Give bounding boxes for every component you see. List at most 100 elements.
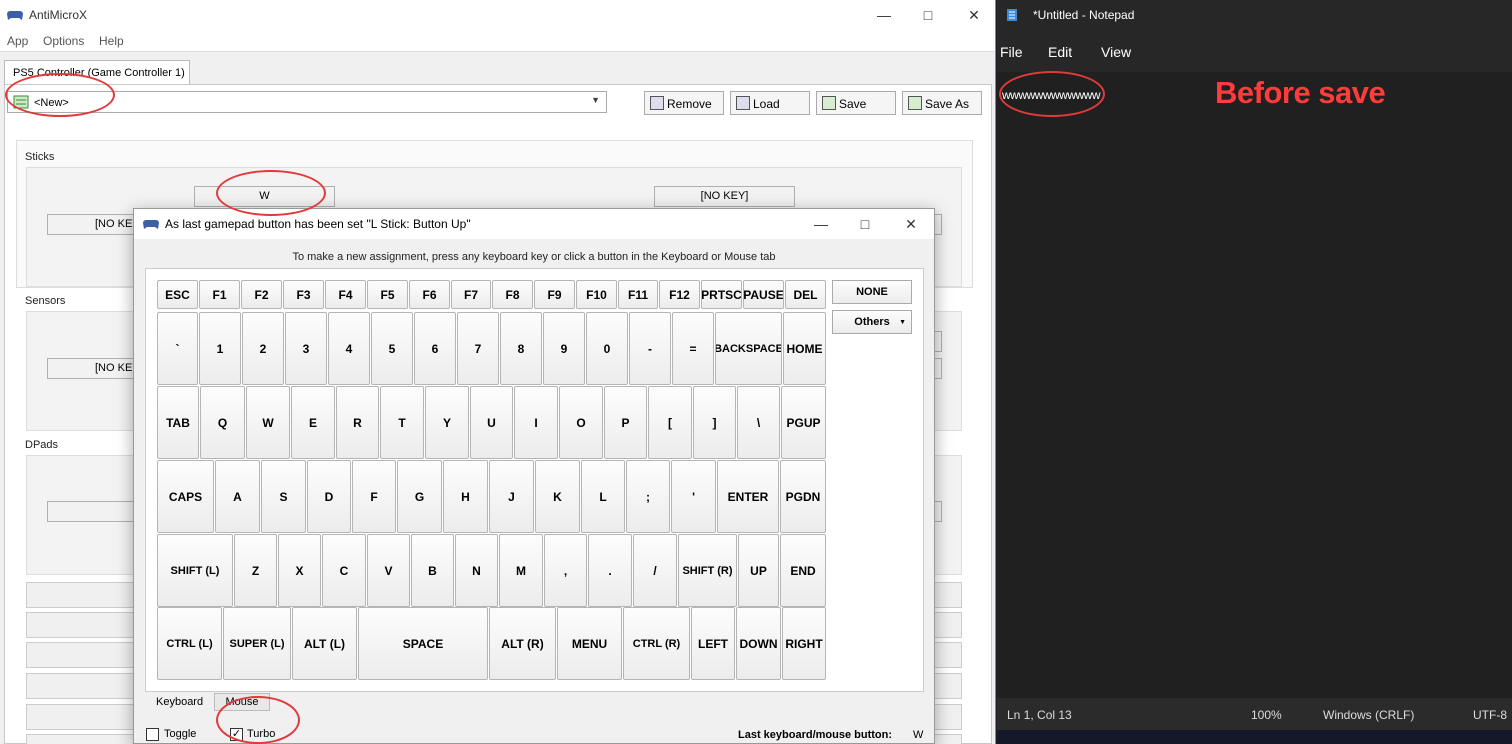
key-o[interactable]: O — [559, 386, 603, 459]
key-b[interactable]: B — [411, 534, 454, 607]
menu-app[interactable]: App — [7, 34, 28, 48]
key-e[interactable]: E — [291, 386, 335, 459]
menu-edit[interactable]: Edit — [1048, 44, 1072, 60]
key-8[interactable]: 8 — [500, 312, 542, 385]
key-s[interactable]: S — [261, 460, 306, 533]
menu-options[interactable]: Options — [43, 34, 84, 48]
key-f4[interactable]: F4 — [325, 280, 366, 309]
key-h[interactable]: H — [443, 460, 488, 533]
key-shift-l[interactable]: SHIFT (L) — [157, 534, 233, 607]
key-d[interactable]: D — [307, 460, 351, 533]
toggle-checkbox[interactable] — [146, 728, 159, 741]
key-c[interactable]: C — [322, 534, 366, 607]
key-symbol[interactable]: ' — [671, 460, 716, 533]
key-menu[interactable]: MENU — [557, 607, 622, 680]
key-v[interactable]: V — [367, 534, 410, 607]
menu-file[interactable]: File — [1000, 44, 1023, 60]
key-p[interactable]: P — [604, 386, 647, 459]
key-0[interactable]: 0 — [586, 312, 628, 385]
key-g[interactable]: G — [397, 460, 442, 533]
key-symbol[interactable]: / — [633, 534, 677, 607]
key-right[interactable]: RIGHT — [782, 607, 826, 680]
others-button[interactable]: Others ▼ — [832, 310, 912, 334]
key-r[interactable]: R — [336, 386, 379, 459]
text-editor[interactable]: wwwwwwwwwwww — [997, 72, 1512, 698]
key-prtsc[interactable]: PRTSC — [701, 280, 742, 309]
key-backspace[interactable]: BACKSPACE — [715, 312, 782, 385]
key-pause[interactable]: PAUSE — [743, 280, 784, 309]
key-f9[interactable]: F9 — [534, 280, 575, 309]
close-button[interactable]: ✕ — [951, 0, 995, 30]
tab-keyboard[interactable]: Keyboard — [156, 696, 203, 708]
key-symbol[interactable]: ; — [626, 460, 670, 533]
key-f2[interactable]: F2 — [241, 280, 282, 309]
key-caps[interactable]: CAPS — [157, 460, 214, 533]
key-9[interactable]: 9 — [543, 312, 585, 385]
key-m[interactable]: M — [499, 534, 543, 607]
key-5[interactable]: 5 — [371, 312, 413, 385]
key-pgdn[interactable]: PGDN — [780, 460, 826, 533]
key-f5[interactable]: F5 — [367, 280, 408, 309]
dialog-close-button[interactable]: ✕ — [888, 209, 934, 239]
key-3[interactable]: 3 — [285, 312, 327, 385]
key-1[interactable]: 1 — [199, 312, 241, 385]
key-esc[interactable]: ESC — [157, 280, 198, 309]
key-symbol[interactable]: , — [544, 534, 587, 607]
key-l[interactable]: L — [581, 460, 625, 533]
key-f3[interactable]: F3 — [283, 280, 324, 309]
key-7[interactable]: 7 — [457, 312, 499, 385]
key-u[interactable]: U — [470, 386, 513, 459]
key-tab[interactable]: TAB — [157, 386, 199, 459]
key-down[interactable]: DOWN — [736, 607, 781, 680]
key-up[interactable]: UP — [738, 534, 779, 607]
key-symbol[interactable]: [ — [648, 386, 692, 459]
key-enter[interactable]: ENTER — [717, 460, 779, 533]
save-button[interactable]: Save — [816, 91, 896, 115]
key-end[interactable]: END — [780, 534, 826, 607]
key-j[interactable]: J — [489, 460, 534, 533]
key-f6[interactable]: F6 — [409, 280, 450, 309]
key-6[interactable]: 6 — [414, 312, 456, 385]
key-w[interactable]: W — [246, 386, 290, 459]
key-space[interactable]: SPACE — [358, 607, 488, 680]
key-f10[interactable]: F10 — [576, 280, 617, 309]
key-symbol[interactable]: . — [588, 534, 632, 607]
key-x[interactable]: X — [278, 534, 321, 607]
load-button[interactable]: Load — [730, 91, 810, 115]
key-home[interactable]: HOME — [783, 312, 826, 385]
key-n[interactable]: N — [455, 534, 498, 607]
save-as-button[interactable]: Save As — [902, 91, 982, 115]
maximize-button[interactable]: □ — [905, 0, 951, 30]
key-symbol[interactable]: ` — [157, 312, 198, 385]
key-ctrl-l[interactable]: CTRL (L) — [157, 607, 222, 680]
menu-view[interactable]: View — [1101, 44, 1131, 60]
key-f[interactable]: F — [352, 460, 396, 533]
dialog-minimize-button[interactable]: — — [798, 209, 844, 239]
key-super-l[interactable]: SUPER (L) — [223, 607, 291, 680]
key-f11[interactable]: F11 — [618, 280, 658, 309]
key-z[interactable]: Z — [234, 534, 277, 607]
key-left[interactable]: LEFT — [691, 607, 735, 680]
key-i[interactable]: I — [514, 386, 558, 459]
remove-button[interactable]: Remove — [644, 91, 724, 115]
key-2[interactable]: 2 — [242, 312, 284, 385]
key-q[interactable]: Q — [200, 386, 245, 459]
key-shift-r[interactable]: SHIFT (R) — [678, 534, 737, 607]
key-symbol[interactable]: \ — [737, 386, 780, 459]
key-f7[interactable]: F7 — [451, 280, 491, 309]
key-alt-r[interactable]: ALT (R) — [489, 607, 556, 680]
key-k[interactable]: K — [535, 460, 580, 533]
stick2-up-button[interactable]: [NO KEY] — [654, 186, 795, 207]
key-symbol[interactable]: ] — [693, 386, 736, 459]
key-t[interactable]: T — [380, 386, 424, 459]
key-f8[interactable]: F8 — [492, 280, 533, 309]
none-button[interactable]: NONE — [832, 280, 912, 304]
key-symbol[interactable]: - — [629, 312, 671, 385]
key-y[interactable]: Y — [425, 386, 469, 459]
key-f12[interactable]: F12 — [659, 280, 700, 309]
minimize-button[interactable]: — — [861, 0, 907, 30]
key-4[interactable]: 4 — [328, 312, 370, 385]
key-pgup[interactable]: PGUP — [781, 386, 826, 459]
key-f1[interactable]: F1 — [199, 280, 240, 309]
key-alt-l[interactable]: ALT (L) — [292, 607, 357, 680]
